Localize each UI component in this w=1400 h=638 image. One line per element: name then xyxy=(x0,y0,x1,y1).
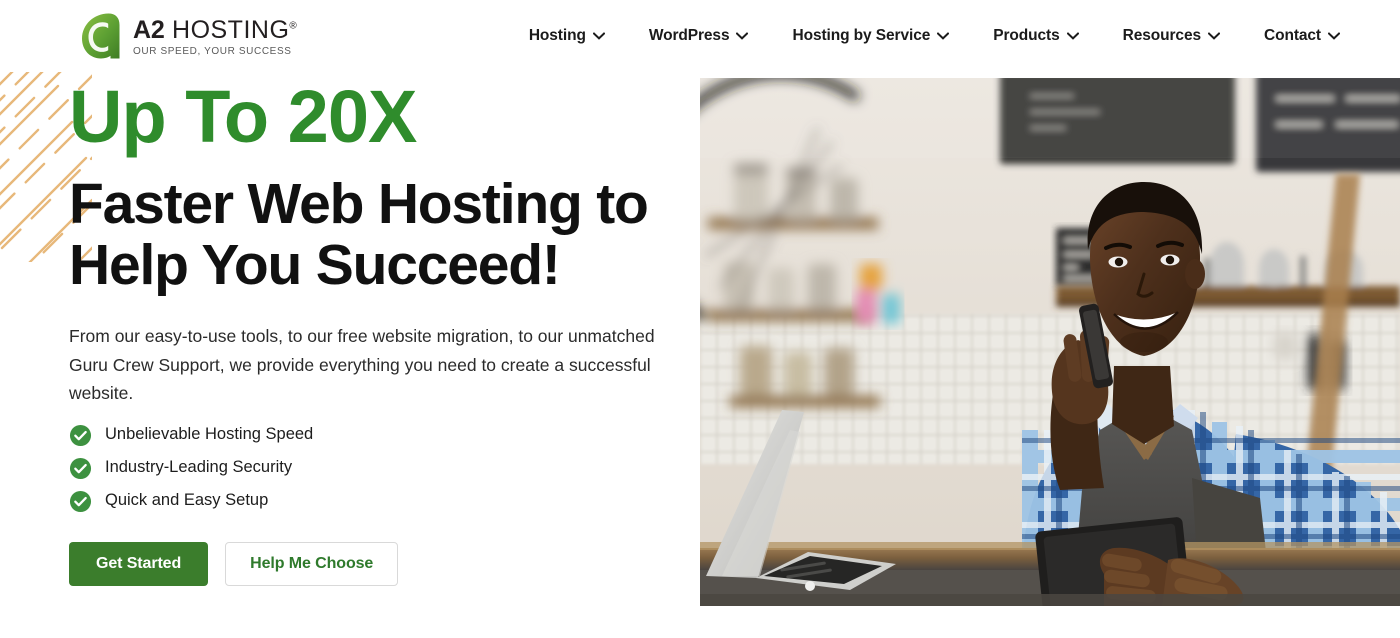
hero-image xyxy=(700,78,1400,606)
logo-text: A2 HOSTING® OUR SPEED, YOUR SUCCESS xyxy=(133,15,297,56)
hero-content: Up To 20X Faster Web Hosting to Help You… xyxy=(69,75,684,586)
chevron-down-icon xyxy=(736,32,749,40)
nav-label: WordPress xyxy=(648,27,730,44)
get-started-button[interactable]: Get Started xyxy=(69,541,209,586)
feature-label: Industry-Leading Security xyxy=(105,458,293,477)
cafe-worker-photo xyxy=(700,78,1400,606)
check-circle-icon xyxy=(69,490,92,512)
main-navigation: Hosting WordPress Hosting by Service Pro… xyxy=(529,27,1340,45)
logo-registered-mark: ® xyxy=(289,21,297,33)
nav-label: Contact xyxy=(1264,27,1321,44)
nav-item-wordpress[interactable]: WordPress xyxy=(649,27,749,45)
chevron-down-icon xyxy=(592,32,605,40)
help-me-choose-button[interactable]: Help Me Choose xyxy=(225,541,399,586)
nav-label: Hosting xyxy=(528,27,586,44)
nav-item-resources[interactable]: Resources xyxy=(1123,27,1220,45)
chevron-down-icon xyxy=(1066,32,1079,40)
logo-name-bold: A2 xyxy=(133,16,165,45)
logo[interactable]: A2 HOSTING® OUR SPEED, YOUR SUCCESS xyxy=(78,11,297,61)
hero-feature-list: Unbelievable Hosting Speed Industry-Lead… xyxy=(69,424,684,513)
nav-item-products[interactable]: Products xyxy=(993,27,1079,45)
site-header: A2 HOSTING® OUR SPEED, YOUR SUCCESS Host… xyxy=(0,0,1400,72)
hero-headline: Faster Web Hosting to Help You Succeed! xyxy=(69,174,684,296)
feature-item-setup: Quick and Easy Setup xyxy=(69,490,684,513)
hero-headline-line-2: Help You Succeed! xyxy=(69,233,561,298)
hero-paragraph: From our easy-to-use tools, to our free … xyxy=(69,326,655,404)
logo-name-light: HOSTING xyxy=(164,16,290,45)
logo-tagline: OUR SPEED, YOUR SUCCESS xyxy=(133,45,292,57)
feature-label: Quick and Easy Setup xyxy=(105,491,269,510)
feature-item-speed: Unbelievable Hosting Speed xyxy=(69,424,684,447)
logo-title: A2 HOSTING® xyxy=(133,17,297,43)
nav-label: Hosting by Service xyxy=(792,27,931,44)
check-circle-icon xyxy=(69,424,92,446)
check-circle-icon xyxy=(69,457,92,479)
hero-cta-row: Get Started Help Me Choose xyxy=(69,541,684,586)
hero-headline-line-1: Faster Web Hosting to xyxy=(69,172,649,237)
nav-label: Resources xyxy=(1122,27,1201,44)
chevron-down-icon xyxy=(937,32,950,40)
nav-item-contact[interactable]: Contact xyxy=(1264,27,1340,45)
chevron-down-icon xyxy=(1328,32,1340,40)
nav-item-hosting[interactable]: Hosting xyxy=(529,27,605,45)
nav-label: Products xyxy=(993,27,1060,44)
page-root: A2 HOSTING® OUR SPEED, YOUR SUCCESS Host… xyxy=(0,0,1400,638)
chevron-down-icon xyxy=(1208,32,1220,40)
nav-item-hosting-by-service[interactable]: Hosting by Service xyxy=(792,27,950,45)
feature-label: Unbelievable Hosting Speed xyxy=(105,425,314,444)
a2-logo-mark-icon xyxy=(82,13,120,59)
feature-item-security: Industry-Leading Security xyxy=(69,457,684,480)
hero-headline-accent: Up To 20X xyxy=(69,75,417,158)
